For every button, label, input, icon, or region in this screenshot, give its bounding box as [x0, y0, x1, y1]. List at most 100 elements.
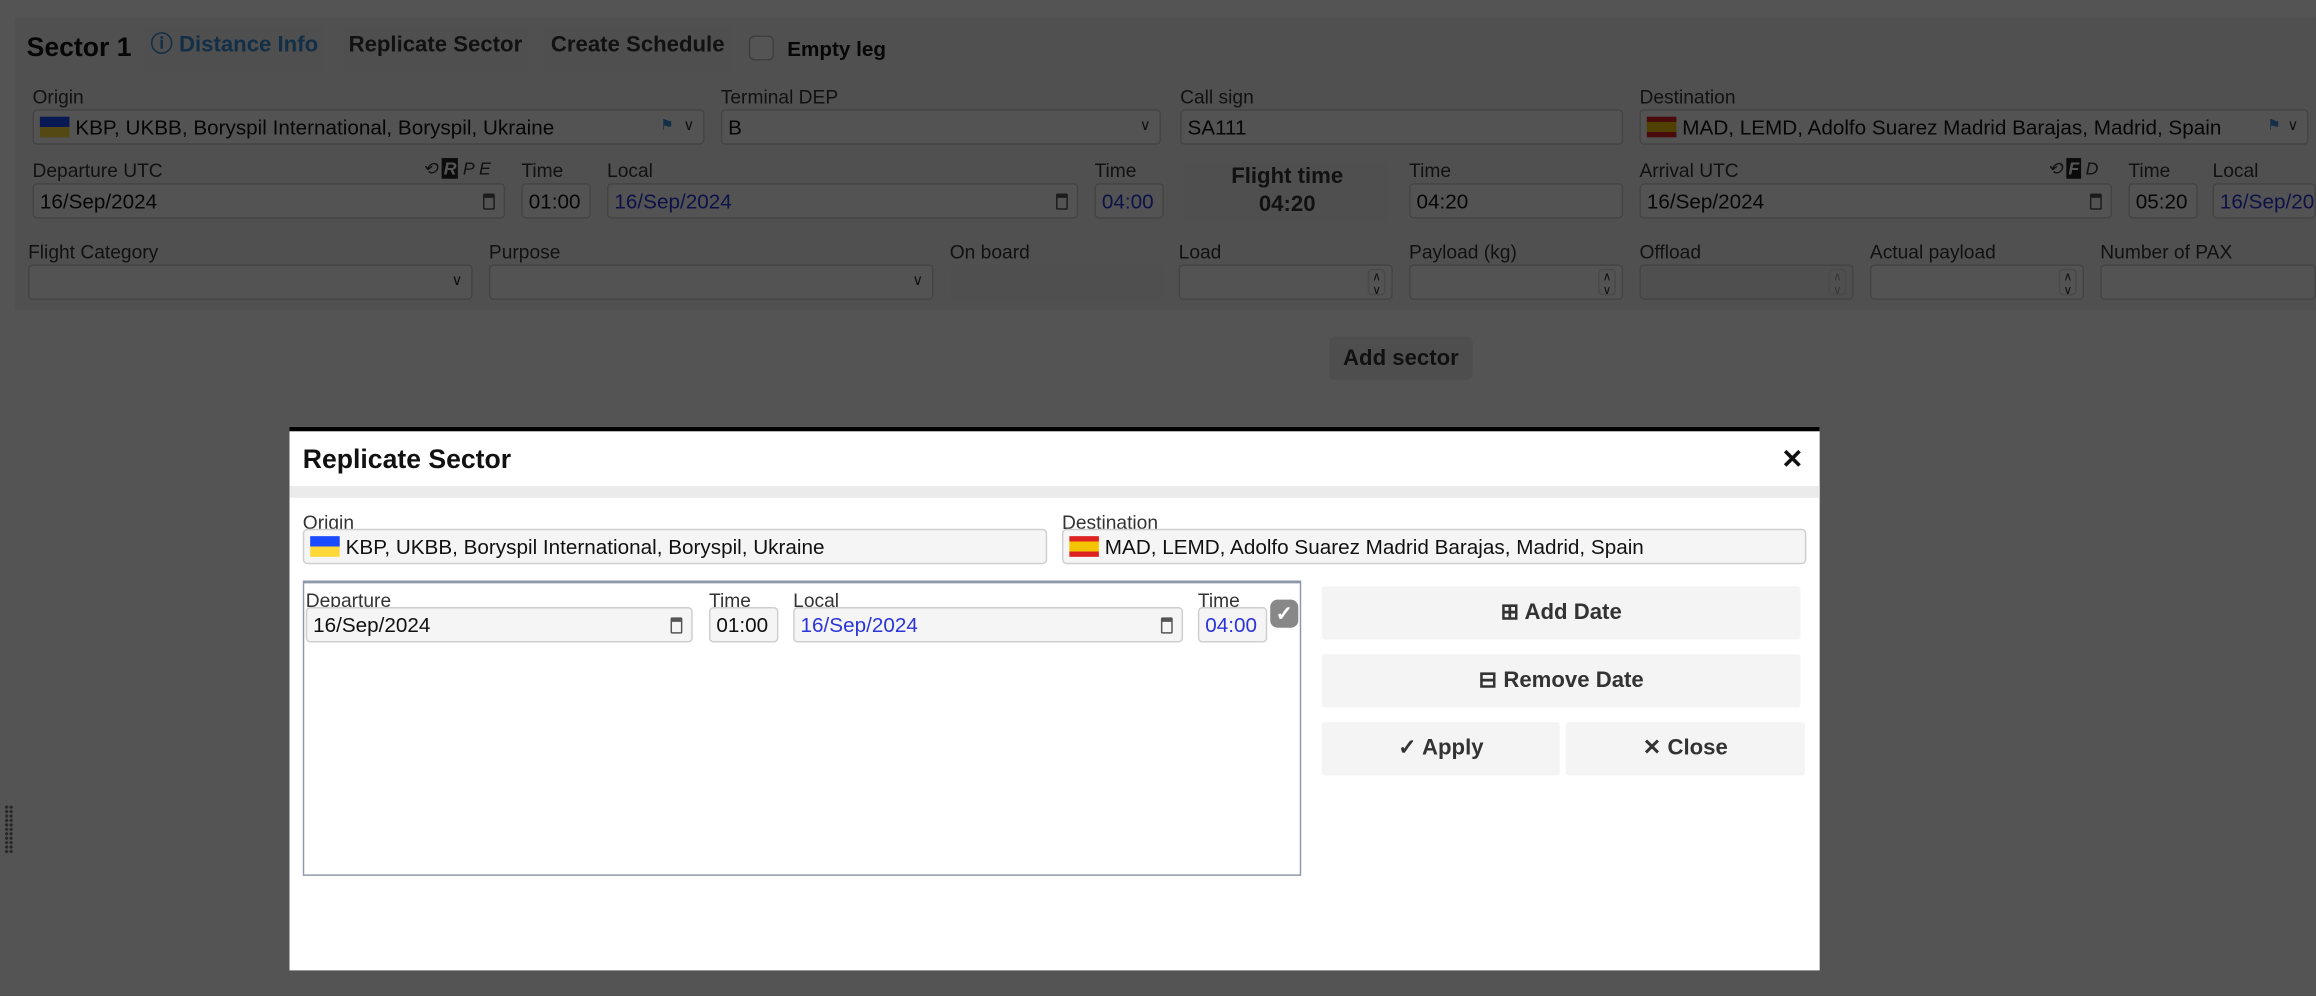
chevron-down-icon: ∨: [1140, 111, 1151, 143]
windsock-icon: ⚑: [660, 111, 673, 143]
add-sector-button[interactable]: Add sector: [1329, 337, 1472, 380]
destination-select[interactable]: MAD, LEMD, Adolfo Suarez Madrid Barajas,…: [1639, 109, 2308, 144]
header-divider: [289, 486, 1819, 498]
modal-local-date[interactable]: 16/Sep/2024: [793, 607, 1183, 642]
calendar-icon[interactable]: [483, 193, 495, 209]
history-icon[interactable]: ⟲: [422, 158, 437, 179]
mode-r[interactable]: R: [442, 158, 458, 179]
mode-e[interactable]: E: [479, 158, 491, 179]
calendar-icon[interactable]: [671, 617, 683, 633]
terminal-dep-label: Terminal DEP: [721, 86, 838, 108]
origin-value: KBP, UKBB, Boryspil International, Borys…: [346, 535, 825, 559]
call-sign-input[interactable]: SA111: [1180, 109, 1623, 144]
ukraine-flag-icon: [310, 536, 340, 557]
calendar-icon[interactable]: [2090, 193, 2102, 209]
departure-local-value: 16/Sep/2024: [614, 189, 731, 213]
arrival-date-value: 16/Sep/2024: [1647, 189, 1764, 213]
modal-origin-field: KBP, UKBB, Boryspil International, Borys…: [303, 529, 1047, 564]
spinner-icon[interactable]: ∧∨: [1368, 269, 1386, 296]
windsock-icon: ⚑: [2267, 111, 2280, 143]
calendar-icon[interactable]: [1161, 617, 1173, 633]
arrival-time-input[interactable]: 05:20: [2128, 183, 2197, 218]
departure-time-input[interactable]: 01:00: [521, 183, 590, 218]
modal-departure-time[interactable]: 01:00: [709, 607, 778, 642]
chevron-down-icon: ∨: [451, 266, 462, 298]
actual-payload-label: Actual payload: [1870, 241, 1996, 263]
spinner-icon[interactable]: ∧∨: [1598, 269, 1616, 296]
departure-utc-label: Departure UTC: [32, 160, 162, 182]
on-board-label: On board: [950, 241, 1030, 263]
apply-label: Apply: [1422, 736, 1484, 761]
destination-value: MAD, LEMD, Adolfo Suarez Madrid Barajas,…: [1105, 535, 1644, 559]
close-label: Close: [1667, 736, 1727, 761]
calendar-icon[interactable]: [1056, 193, 1068, 209]
offload-label: Offload: [1639, 241, 1701, 263]
time-label: Time: [521, 160, 563, 182]
flight-time-input[interactable]: 04:20: [1409, 183, 1623, 218]
purpose-label: Purpose: [489, 241, 561, 263]
departure-value: 16/Sep/2024: [313, 613, 430, 637]
departure-local-time[interactable]: 04:00: [1094, 183, 1163, 218]
call-sign-label: Call sign: [1180, 86, 1254, 108]
drag-handle[interactable]: [4, 805, 13, 854]
distance-info-button[interactable]: ⓘ Distance Info: [145, 27, 324, 71]
plus-square-icon: ⊞: [1501, 600, 1520, 625]
close-button[interactable]: ✕ Close: [1566, 722, 1805, 775]
empty-leg-checkbox[interactable]: [749, 35, 774, 60]
on-board-field: [950, 264, 1164, 299]
local-value: 16/Sep/2024: [801, 613, 918, 637]
destination-label: Destination: [1639, 86, 1735, 108]
payload-input[interactable]: ∧∨: [1409, 264, 1623, 299]
checkbox-checked-icon[interactable]: ✓: [1270, 600, 1298, 628]
flight-time-box: Flight time04:20: [1186, 162, 1388, 221]
origin-value: KBP, UKBB, Boryspil International, Borys…: [75, 115, 554, 139]
flight-time-label: Flight time: [1186, 162, 1388, 190]
replicate-sector-button[interactable]: Replicate Sector: [343, 27, 528, 71]
arrival-local-date[interactable]: 16/Sep/20: [2213, 183, 2316, 218]
time-label: Time: [2128, 160, 2170, 182]
modal-departure-date[interactable]: 16/Sep/2024: [306, 607, 693, 642]
origin-select[interactable]: KBP, UKBB, Boryspil International, Borys…: [32, 109, 704, 144]
remove-date-button[interactable]: ⊟ Remove Date: [1322, 654, 1801, 707]
chevron-down-icon: ∨: [2287, 111, 2298, 143]
minus-square-icon: ⊟: [1479, 668, 1498, 693]
mode-p[interactable]: P: [463, 158, 474, 179]
purpose-select[interactable]: ∨: [489, 264, 934, 299]
flight-time-value: 04:20: [1186, 191, 1388, 219]
time-label: Time: [1409, 160, 1451, 182]
history-icon[interactable]: ⟲: [2047, 158, 2062, 179]
origin-label: Origin: [32, 86, 83, 108]
flight-category-select[interactable]: ∨: [28, 264, 473, 299]
spinner-icon[interactable]: ∧∨: [2059, 269, 2077, 296]
actual-payload-input[interactable]: ∧∨: [1870, 264, 2084, 299]
load-input[interactable]: ∧∨: [1179, 264, 1393, 299]
offload-input: ∧∨: [1639, 264, 1853, 299]
departure-utc-date[interactable]: 16/Sep/2024: [32, 183, 505, 218]
ukraine-flag-icon: [40, 117, 70, 138]
spinner-icon: ∧∨: [1829, 269, 1847, 296]
create-schedule-button[interactable]: Create Schedule: [545, 27, 730, 71]
modal-local-time[interactable]: 04:00: [1198, 607, 1267, 642]
pax-label: Number of PAX: [2100, 241, 2232, 263]
departure-local-date[interactable]: 16/Sep/2024: [607, 183, 1078, 218]
chevron-down-icon: ∨: [683, 111, 694, 143]
flight-category-label: Flight Category: [28, 241, 158, 263]
close-icon[interactable]: ✕: [1781, 445, 1803, 476]
pax-input[interactable]: [2100, 264, 2316, 299]
arrival-utc-label: Arrival UTC: [1639, 160, 1738, 182]
departure-mode-toggles[interactable]: ⟲ R P E: [422, 158, 490, 179]
add-date-button[interactable]: ⊞ Add Date: [1322, 586, 1801, 639]
mode-d[interactable]: D: [2086, 158, 2099, 179]
spain-flag-icon: [1069, 536, 1099, 557]
arrival-utc-date[interactable]: 16/Sep/2024: [1639, 183, 2112, 218]
arrival-mode-toggles[interactable]: ⟲ F D: [2047, 158, 2098, 179]
departure-date-value: 16/Sep/2024: [40, 189, 157, 213]
apply-button[interactable]: ✓ Apply: [1322, 722, 1560, 775]
distance-info-label: Distance Info: [179, 32, 318, 57]
mode-f[interactable]: F: [2067, 158, 2081, 179]
sector-title: Sector 1: [27, 32, 132, 63]
payload-label: Payload (kg): [1409, 241, 1517, 263]
terminal-dep-select[interactable]: B∨: [721, 109, 1161, 144]
local-label: Local: [607, 160, 653, 182]
add-date-label: Add Date: [1525, 600, 1622, 625]
